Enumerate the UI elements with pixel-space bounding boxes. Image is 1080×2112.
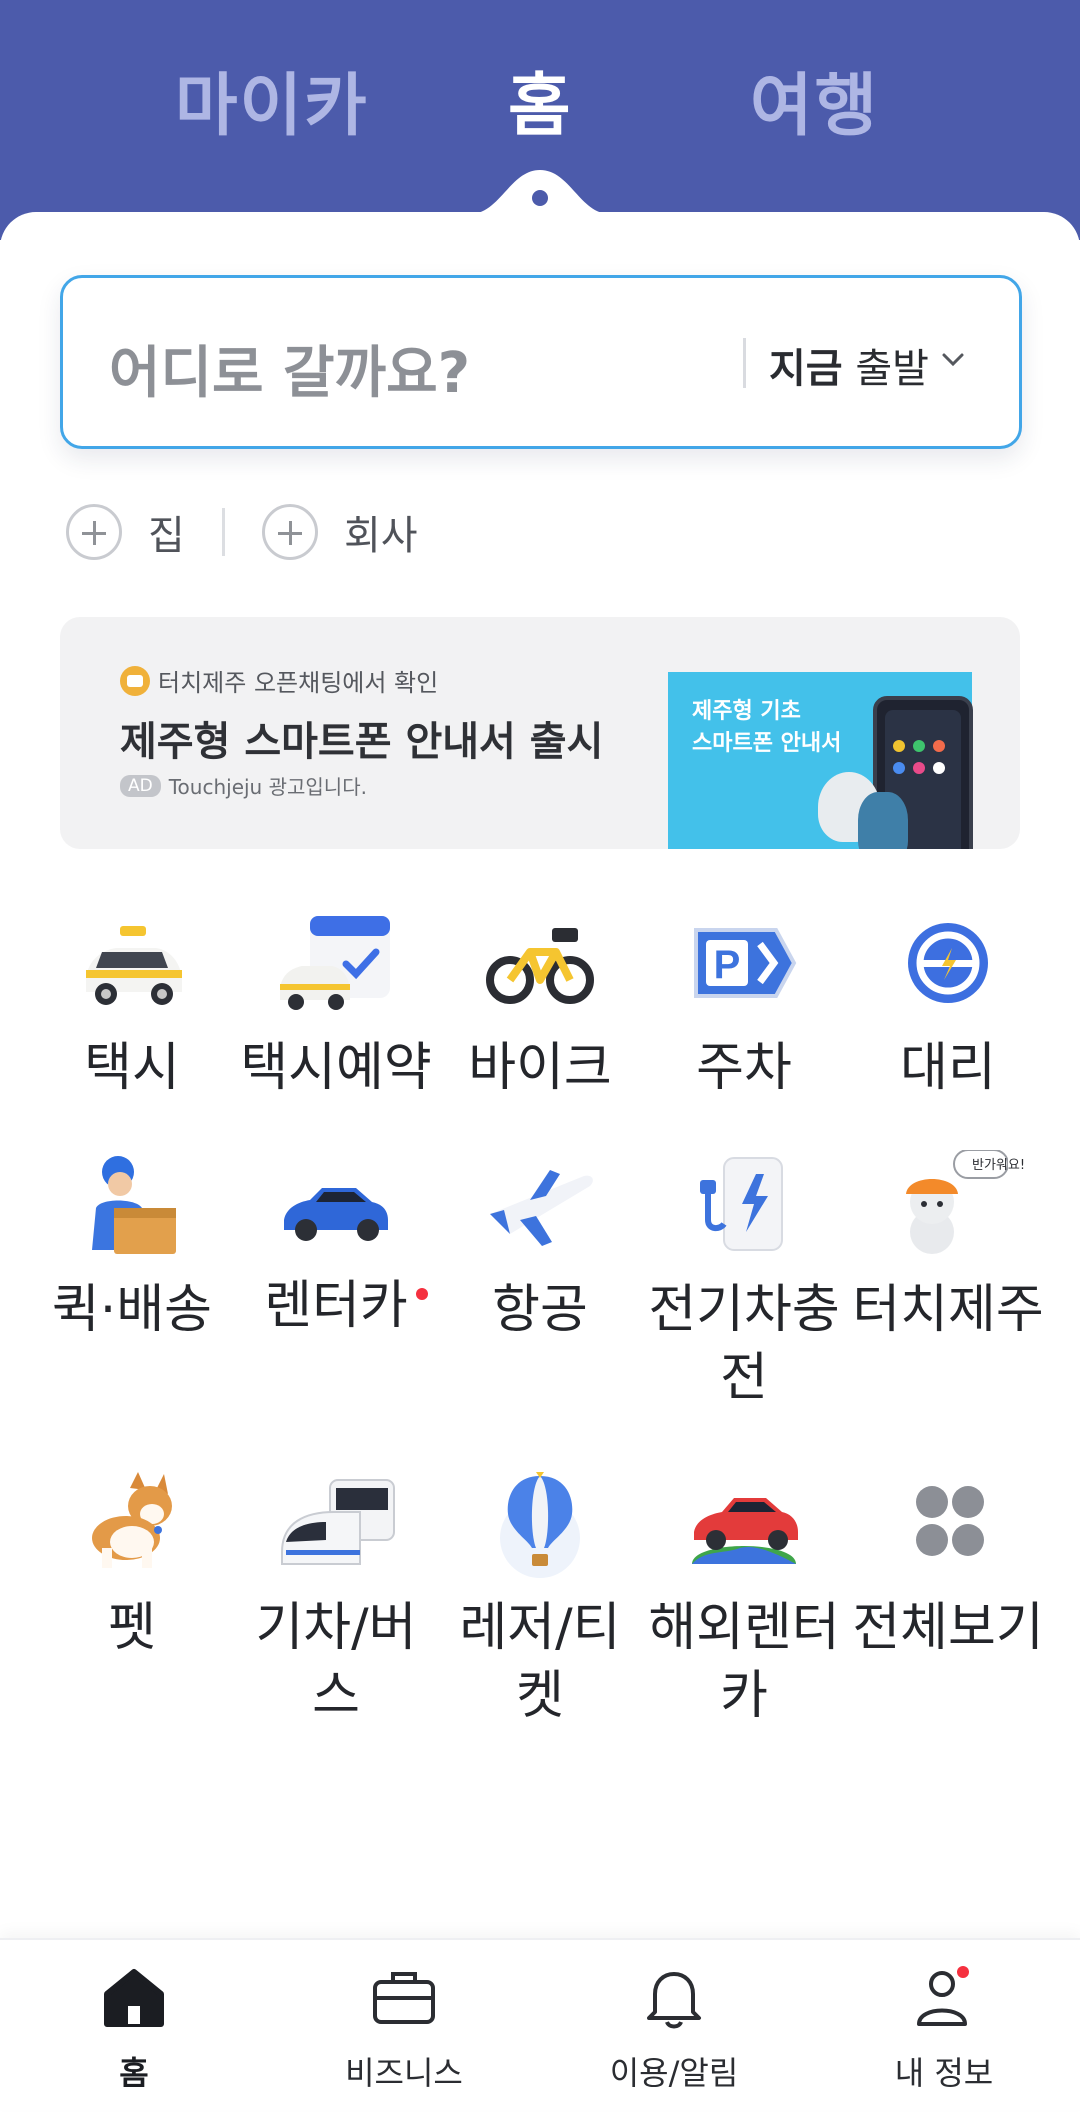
- add-home-shortcut[interactable]: 집: [66, 500, 185, 564]
- tab-indicator: [470, 170, 610, 240]
- person-icon: [917, 1966, 969, 2026]
- nav-business[interactable]: 비즈니스: [304, 1962, 504, 2094]
- service-view-all[interactable]: 전체보기: [846, 1468, 1050, 1662]
- service-label: 전기차충전: [648, 1280, 840, 1408]
- plus-icon: [66, 504, 122, 560]
- service-label: 전체보기: [852, 1598, 1044, 1658]
- service-label: 기차/버스: [255, 1598, 417, 1726]
- service-bike[interactable]: 바이크: [438, 908, 642, 1102]
- nav-label: 비즈니스: [345, 2054, 463, 2092]
- service-leisure-ticket[interactable]: 레저/티켓: [438, 1468, 642, 1730]
- tab-mycar[interactable]: 마이카: [175, 50, 369, 149]
- tab-travel[interactable]: 여행: [750, 50, 879, 149]
- service-rentacar[interactable]: 렌터카: [234, 1150, 438, 1340]
- service-touchjeju[interactable]: 반가워요! 터치제주: [846, 1149, 1050, 1344]
- banner-source-text: 터치제주 오픈채팅에서 확인: [158, 669, 439, 697]
- pet-icon: [92, 1472, 172, 1568]
- rentacar-icon: [284, 1188, 388, 1241]
- departure-now: 지금: [769, 346, 843, 392]
- shortcut-divider: [222, 508, 225, 556]
- mascot-illustration: [858, 792, 908, 849]
- search-placeholder[interactable]: 어디로 갈까요?: [109, 328, 470, 409]
- service-taxi-reservation[interactable]: 택시예약: [234, 908, 438, 1102]
- parking-icon: P: [694, 928, 797, 998]
- banner-source: 터치제주 오픈채팅에서 확인: [120, 663, 438, 698]
- ad-text: Touchjeju 광고입니다.: [168, 775, 367, 799]
- overseas-rentacar-icon: [692, 1498, 798, 1564]
- service-label: 항공: [492, 1280, 588, 1340]
- bottom-navigation: 홈 비즈니스 이용/알림 내 정보: [0, 1938, 1080, 2110]
- tab-home[interactable]: 홈: [508, 50, 573, 149]
- service-label: 택시예약: [240, 1038, 432, 1098]
- destination-search[interactable]: 어디로 갈까요? 지금 출발: [60, 275, 1022, 449]
- nav-label: 홈: [119, 2054, 149, 2092]
- service-taxi[interactable]: 택시: [30, 908, 234, 1102]
- service-label: 해외렌터카: [648, 1598, 840, 1726]
- nav-usage-notifications[interactable]: 이용/알림: [574, 1962, 774, 2094]
- chevron-down-icon[interactable]: [939, 346, 967, 374]
- plus-icon: [262, 504, 318, 560]
- service-label: 펫: [108, 1598, 156, 1658]
- ev-charging-icon: [700, 1157, 783, 1251]
- service-label: 주차: [696, 1038, 792, 1098]
- service-label: 택시: [84, 1038, 180, 1098]
- service-quick-delivery[interactable]: 퀵·배송: [30, 1150, 234, 1344]
- touchjeju-speech-bubble: 반가워요!: [972, 1158, 1026, 1173]
- add-work-shortcut[interactable]: 회사: [262, 500, 418, 564]
- service-pet[interactable]: 펫: [30, 1468, 234, 1662]
- chat-icon: [120, 665, 150, 696]
- service-label: 렌터카: [264, 1276, 408, 1336]
- search-divider: [743, 338, 746, 388]
- nav-home[interactable]: 홈: [34, 1962, 234, 2094]
- service-overseas-rentacar[interactable]: 해외렌터카: [642, 1468, 846, 1730]
- service-ev-charging[interactable]: 전기차충전: [642, 1150, 846, 1412]
- ad-badge: AD: [120, 774, 161, 797]
- driver-icon: [908, 923, 988, 1003]
- service-label: 터치제주: [852, 1280, 1044, 1340]
- home-icon: [104, 1969, 164, 2027]
- banner-image: 제주형 기초 스마트폰 안내서: [668, 672, 973, 849]
- taxi-icon: [86, 926, 182, 1005]
- nav-my-info[interactable]: 내 정보: [844, 1962, 1044, 2094]
- bike-icon: [486, 928, 594, 1004]
- service-label: 레저/티켓: [459, 1598, 621, 1726]
- service-label: 퀵·배송: [51, 1280, 213, 1340]
- train-bus-icon: [281, 1479, 395, 1565]
- departure-time-selector[interactable]: 지금 출발: [769, 336, 929, 394]
- service-designated-driver[interactable]: 대리: [846, 908, 1050, 1102]
- nav-label: 내 정보: [894, 2054, 994, 2092]
- ad-banner[interactable]: 터치제주 오픈채팅에서 확인 제주형 스마트폰 안내서 출시 AD Touchj…: [60, 617, 1020, 849]
- view-all-icon: [916, 1486, 984, 1556]
- service-label: 대리: [900, 1038, 996, 1098]
- svg-text:P: P: [714, 943, 741, 987]
- delivery-icon: [92, 1156, 176, 1254]
- banner-ad-disclaimer: AD Touchjeju 광고입니다.: [120, 771, 367, 800]
- service-label: 바이크: [468, 1038, 612, 1098]
- banner-image-text: 제주형 기초 스마트폰 안내서: [692, 699, 842, 756]
- service-parking[interactable]: P 주차: [642, 908, 846, 1102]
- balloon-icon: [500, 1472, 580, 1578]
- shortcut-label: 회사: [344, 513, 418, 559]
- taxi-reservation-icon: [280, 916, 390, 1010]
- shortcut-label: 집: [148, 513, 185, 559]
- banner-title: 제주형 스마트폰 안내서 출시: [120, 719, 604, 765]
- briefcase-icon: [373, 1972, 435, 2024]
- new-badge: [416, 1288, 428, 1300]
- service-train-bus[interactable]: 기차/버스: [234, 1468, 438, 1730]
- departure-label: 출발: [855, 346, 929, 392]
- service-flight[interactable]: 항공: [438, 1150, 642, 1344]
- bell-icon: [647, 1972, 701, 2029]
- airplane-icon: [490, 1170, 593, 1246]
- nav-label: 이용/알림: [609, 2054, 739, 2092]
